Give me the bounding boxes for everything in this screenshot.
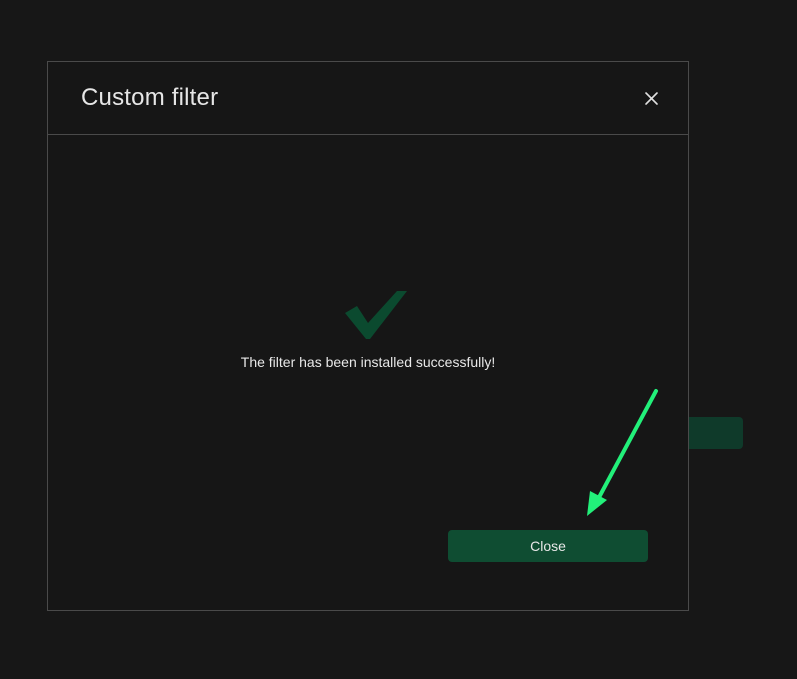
success-message: The filter has been installed successful… bbox=[240, 354, 496, 370]
app-screen: Custom filter The filter has been instal… bbox=[0, 0, 797, 679]
dialog-header: Custom filter bbox=[48, 62, 688, 135]
dialog-title: Custom filter bbox=[81, 84, 219, 111]
checkmark-icon bbox=[345, 291, 407, 339]
close-icon[interactable] bbox=[639, 86, 663, 110]
custom-filter-dialog: Custom filter The filter has been instal… bbox=[47, 61, 689, 611]
close-button[interactable]: Close bbox=[448, 530, 648, 562]
arrow-annotation-icon bbox=[580, 385, 664, 521]
